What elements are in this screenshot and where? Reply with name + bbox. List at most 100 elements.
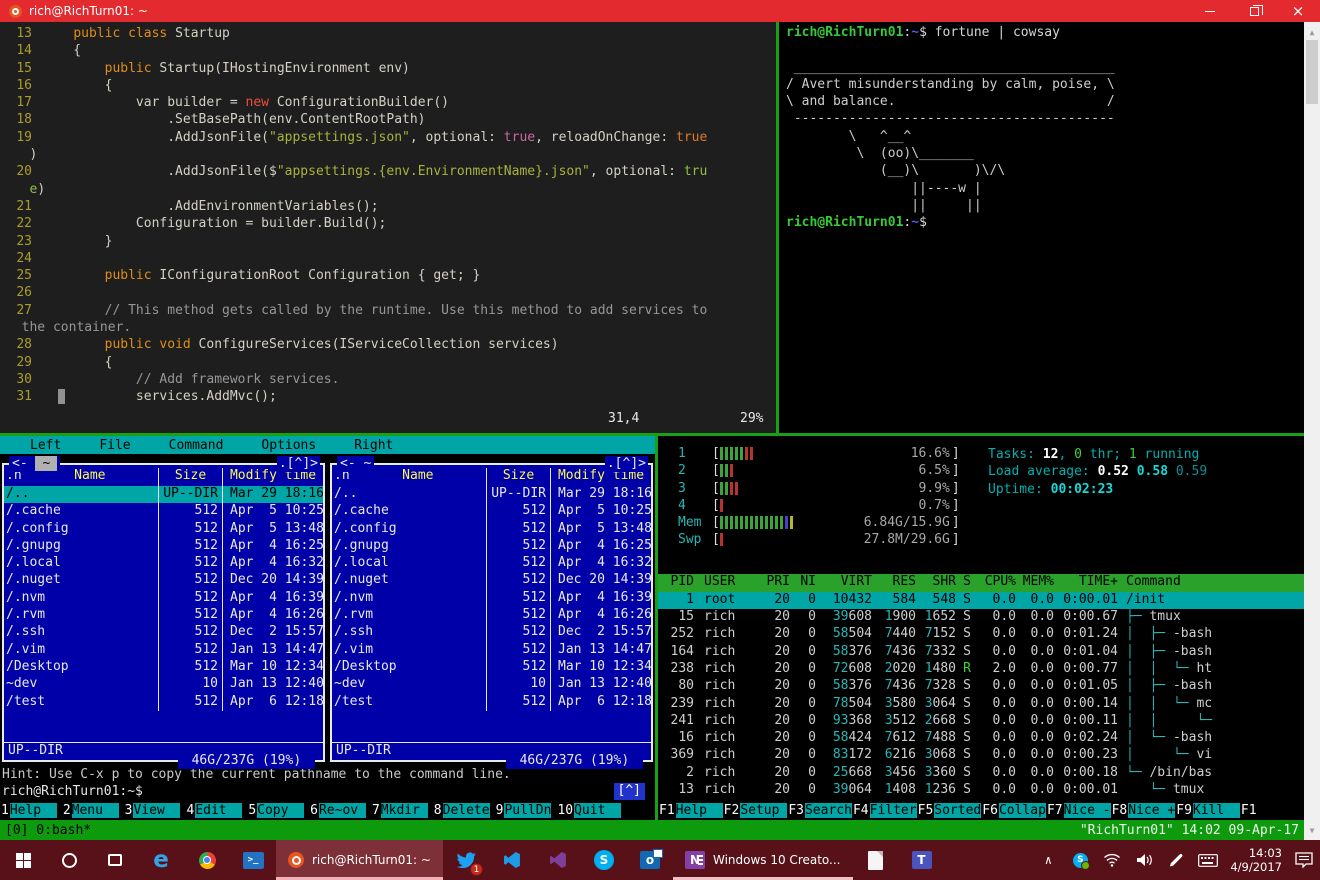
mc-file-row[interactable]: ~dev10Jan 13 12:40 xyxy=(332,676,651,693)
process-table-header[interactable]: PIDUSERPRINIVIRTRESSHRSCPU%MEM%TIME+Comm… xyxy=(658,574,1304,592)
shell-pane[interactable]: rich@RichTurn01:~$ fortune | cowsay ____… xyxy=(779,22,1304,433)
mc-file-row[interactable]: /Desktop512Mar 10 12:34 xyxy=(4,659,323,676)
edge-button[interactable]: e xyxy=(138,840,184,880)
mc-file-row[interactable]: /.local512Apr 4 16:32 xyxy=(332,555,651,572)
htop-pane[interactable]: 1[16.6%]2[6.5%]3[9.9%]4[0.7%]Mem[6.84G/1… xyxy=(658,436,1304,820)
fkey-copy[interactable]: 5Copy xyxy=(247,803,304,818)
minimize-button[interactable] xyxy=(1188,0,1232,22)
fkey-sorted[interactable]: F5Sorted xyxy=(917,803,982,818)
mc-file-row[interactable]: /.nvm512Apr 4 16:39 xyxy=(332,590,651,607)
fkey-collap[interactable]: F6Collap xyxy=(981,803,1046,818)
fkey-f1[interactable]: F1 xyxy=(1240,803,1258,818)
mc-file-row[interactable]: /Desktop512Mar 10 12:34 xyxy=(332,659,651,676)
mc-file-row[interactable]: /.local512Apr 4 16:32 xyxy=(4,555,323,572)
powershell-button[interactable]: >_ xyxy=(230,840,276,880)
process-row[interactable]: 239rich2007850435803064S0.00.00:00.14│ │… xyxy=(658,696,1304,713)
mc-right-panel[interactable]: <- ~ .[^]> .nName Size Modify time /..UP… xyxy=(330,463,653,762)
fkey-nice +[interactable]: F8Nice + xyxy=(1111,803,1176,818)
vscode-button[interactable] xyxy=(489,840,535,880)
volume-button[interactable] xyxy=(1128,840,1160,880)
visual-studio-button[interactable] xyxy=(535,840,581,880)
fkey-quit[interactable]: 10Quit xyxy=(556,803,621,818)
twitter-button[interactable]: 1 xyxy=(443,840,489,880)
chrome-button[interactable] xyxy=(184,840,230,880)
mc-file-row[interactable]: /.rvm512Apr 4 16:26 xyxy=(332,607,651,624)
mc-file-row[interactable]: /.nuget512Dec 20 14:39 xyxy=(4,572,323,589)
scroll-down-icon[interactable]: ▼ xyxy=(1304,822,1320,838)
skype-button[interactable]: S xyxy=(581,840,627,880)
window-scrollbar[interactable]: ▲ ▼ xyxy=(1304,22,1320,840)
mc-left-panel[interactable]: <- ~ .[^]> .nName Size Modify time /..UP… xyxy=(2,463,325,762)
process-row[interactable]: 13rich2003906414081236S0.00.00:00.01 └─ … xyxy=(658,782,1304,799)
mc-file-row[interactable]: /.gnupg512Apr 4 16:25 xyxy=(4,538,323,555)
mc-file-row[interactable]: /.vim512Jan 13 14:47 xyxy=(4,642,323,659)
window-titlebar[interactable]: rich@RichTurn01: ~ × xyxy=(0,0,1320,22)
fkey-view[interactable]: 3View xyxy=(124,803,181,818)
taskbar-clock[interactable]: 14:03 4/9/2017 xyxy=(1224,840,1288,880)
fkey-mkdir[interactable]: 7Mkdir xyxy=(371,803,428,818)
mc-file-row[interactable]: ~dev10Jan 13 12:40 xyxy=(4,676,323,693)
mc-left-panel-topright[interactable]: .[^]> xyxy=(277,456,320,472)
fkey-delete[interactable]: 8Delete xyxy=(433,803,490,818)
wsl-terminal-button[interactable]: rich@RichTurn01: ~ xyxy=(276,840,443,880)
mc-menu-right[interactable]: Right xyxy=(354,438,393,453)
fkey-kill[interactable]: F9Kill xyxy=(1175,803,1240,818)
cortana-button[interactable] xyxy=(46,840,92,880)
document-button[interactable] xyxy=(853,840,899,880)
fkey-search[interactable]: F3Search xyxy=(787,803,852,818)
teams-button[interactable]: T xyxy=(899,840,945,880)
process-row[interactable]: 15rich2003960819001652S0.00.00:00.67├─ t… xyxy=(658,609,1304,626)
outlook-button[interactable]: o xyxy=(627,840,673,880)
mc-history-badge[interactable]: [^] xyxy=(614,783,645,800)
mc-right-columns[interactable]: .nName Size Modify time xyxy=(332,468,651,486)
mc-file-row[interactable]: /.cache512Apr 5 10:25 xyxy=(4,503,323,520)
mc-file-row[interactable]: /.nuget512Dec 20 14:39 xyxy=(332,572,651,589)
fkey-filter[interactable]: F4Filter xyxy=(852,803,917,818)
fkey-pulldn[interactable]: 9PullDn xyxy=(495,803,552,818)
mc-file-row[interactable]: /.config512Apr 5 13:48 xyxy=(4,521,323,538)
vim-pane[interactable]: 13 public class Startup14 {15 public Sta… xyxy=(0,22,776,433)
task-view-button[interactable] xyxy=(92,840,138,880)
mc-file-row[interactable]: /.ssh512Dec 2 15:57 xyxy=(4,624,323,641)
mc-right-panel-topright[interactable]: .[^]> xyxy=(605,456,648,472)
process-row[interactable]: 80rich2005837674367328S0.00.00:01.05│ ├─… xyxy=(658,678,1304,695)
mc-file-row[interactable]: /.ssh512Dec 2 15:57 xyxy=(332,624,651,641)
mc-pane[interactable]: LeftFileCommandOptionsRight <- ~ .[^]> .… xyxy=(0,436,655,820)
mc-file-row[interactable]: /test512Apr 6 12:18 xyxy=(4,694,323,711)
scrollbar-thumb[interactable] xyxy=(1306,40,1318,104)
process-row[interactable]: 2rich2002566834563360S0.00.00:00.18└─ /b… xyxy=(658,765,1304,782)
process-row[interactable]: 252rich2005850474407152S0.00.00:01.24│ ├… xyxy=(658,626,1304,643)
mc-file-row[interactable]: /.gnupg512Apr 4 16:25 xyxy=(332,538,651,555)
action-center-button[interactable] xyxy=(1288,840,1320,880)
fkey-re~ov[interactable]: 6Re~ov xyxy=(309,803,366,818)
process-row[interactable]: 369rich2008317262163068S0.00.00:00.23│ └… xyxy=(658,747,1304,764)
restore-button[interactable] xyxy=(1232,0,1276,22)
skype-tray-button[interactable]: S xyxy=(1064,840,1096,880)
process-row[interactable]: 238rich2007260820201480R2.00.00:00.77│ │… xyxy=(658,661,1304,678)
start-button[interactable] xyxy=(0,840,46,880)
mc-file-row[interactable]: /.nvm512Apr 4 16:39 xyxy=(4,590,323,607)
tmux-session-windows[interactable]: [0] 0:bash* xyxy=(5,823,91,838)
mc-menu-command[interactable]: Command xyxy=(169,438,224,453)
touch-keyboard-button[interactable] xyxy=(1192,840,1224,880)
mc-menu-options[interactable]: Options xyxy=(261,438,316,453)
mc-file-row[interactable]: /.cache512Apr 5 10:25 xyxy=(332,503,651,520)
pen-button[interactable] xyxy=(1160,840,1192,880)
fkey-setup[interactable]: F2Setup xyxy=(723,803,788,818)
fkey-edit[interactable]: 4Edit xyxy=(185,803,242,818)
fkey-menu[interactable]: 2Menu xyxy=(62,803,119,818)
mc-file-row[interactable]: /.vim512Jan 13 14:47 xyxy=(332,642,651,659)
mc-file-row[interactable]: /.rvm512Apr 4 16:26 xyxy=(4,607,323,624)
mc-file-row[interactable]: /..UP--DIRMar 29 18:16 xyxy=(332,486,651,503)
onenote-button[interactable]: N Windows 10 Creato... xyxy=(673,840,853,880)
mc-file-row[interactable]: /..UP--DIRMar 29 18:16 xyxy=(4,486,323,503)
process-row[interactable]: 241rich2009336835122668S0.00.00:00.11│ │… xyxy=(658,713,1304,730)
mc-file-row[interactable]: /test512Apr 6 12:18 xyxy=(332,694,651,711)
fkey-help[interactable]: F1Help xyxy=(658,803,723,818)
fkey-help[interactable]: 1Help xyxy=(0,803,57,818)
process-row[interactable]: 16rich2005842476127488S0.00.00:02.24│ └─… xyxy=(658,730,1304,747)
tray-chevron-button[interactable]: ∧ xyxy=(1032,840,1064,880)
wifi-button[interactable] xyxy=(1096,840,1128,880)
mc-menu-file[interactable]: File xyxy=(99,438,130,453)
process-row[interactable]: 164rich2005837674367332S0.00.00:01.04│ ├… xyxy=(658,644,1304,661)
